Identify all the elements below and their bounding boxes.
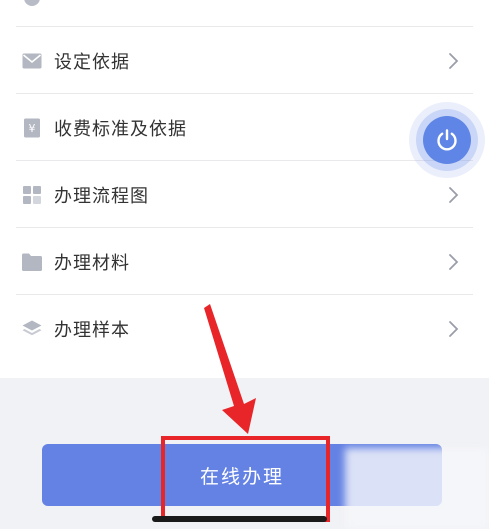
list-item-label: 收费标准及依据 bbox=[54, 118, 187, 140]
power-icon bbox=[437, 129, 457, 151]
list-item-label: 办理流程图 bbox=[54, 185, 149, 207]
chevron-right-icon bbox=[449, 253, 459, 270]
online-handle-label: 在线办理 bbox=[199, 465, 284, 488]
list-item-label: 办理材料 bbox=[54, 252, 130, 274]
list-item-label: 办理样本 bbox=[54, 319, 130, 341]
list-item-process-chart[interactable]: 办理流程图 bbox=[0, 161, 489, 228]
layers-icon bbox=[22, 319, 42, 339]
floating-button-ring bbox=[416, 109, 478, 171]
envelope-icon bbox=[22, 51, 42, 71]
list-item-partial[interactable] bbox=[0, 0, 489, 27]
item-list: 设定依据 ¥ 收费标准及依据 办理流程图 办理材料 办理样本 bbox=[0, 0, 489, 378]
svg-text:¥: ¥ bbox=[29, 122, 36, 135]
watermark-blur bbox=[345, 448, 489, 529]
screen: 设定依据 ¥ 收费标准及依据 办理流程图 办理材料 办理样本 在线办理 bbox=[0, 0, 489, 529]
power-button[interactable] bbox=[423, 116, 471, 164]
floating-button-halo bbox=[409, 102, 485, 178]
folder-icon bbox=[22, 252, 42, 272]
list-item-basis[interactable]: 设定依据 bbox=[0, 27, 489, 94]
chevron-right-icon bbox=[449, 186, 459, 203]
chevron-right-icon bbox=[449, 320, 459, 337]
home-indicator[interactable] bbox=[152, 516, 327, 522]
list-item-label: 设定依据 bbox=[54, 51, 130, 73]
list-item-samples[interactable]: 办理样本 bbox=[0, 295, 489, 362]
yen-icon: ¥ bbox=[22, 118, 42, 138]
chevron-right-icon bbox=[449, 52, 459, 69]
grid-icon bbox=[22, 185, 42, 205]
list-item-materials[interactable]: 办理材料 bbox=[0, 228, 489, 295]
info-icon bbox=[22, 0, 42, 8]
